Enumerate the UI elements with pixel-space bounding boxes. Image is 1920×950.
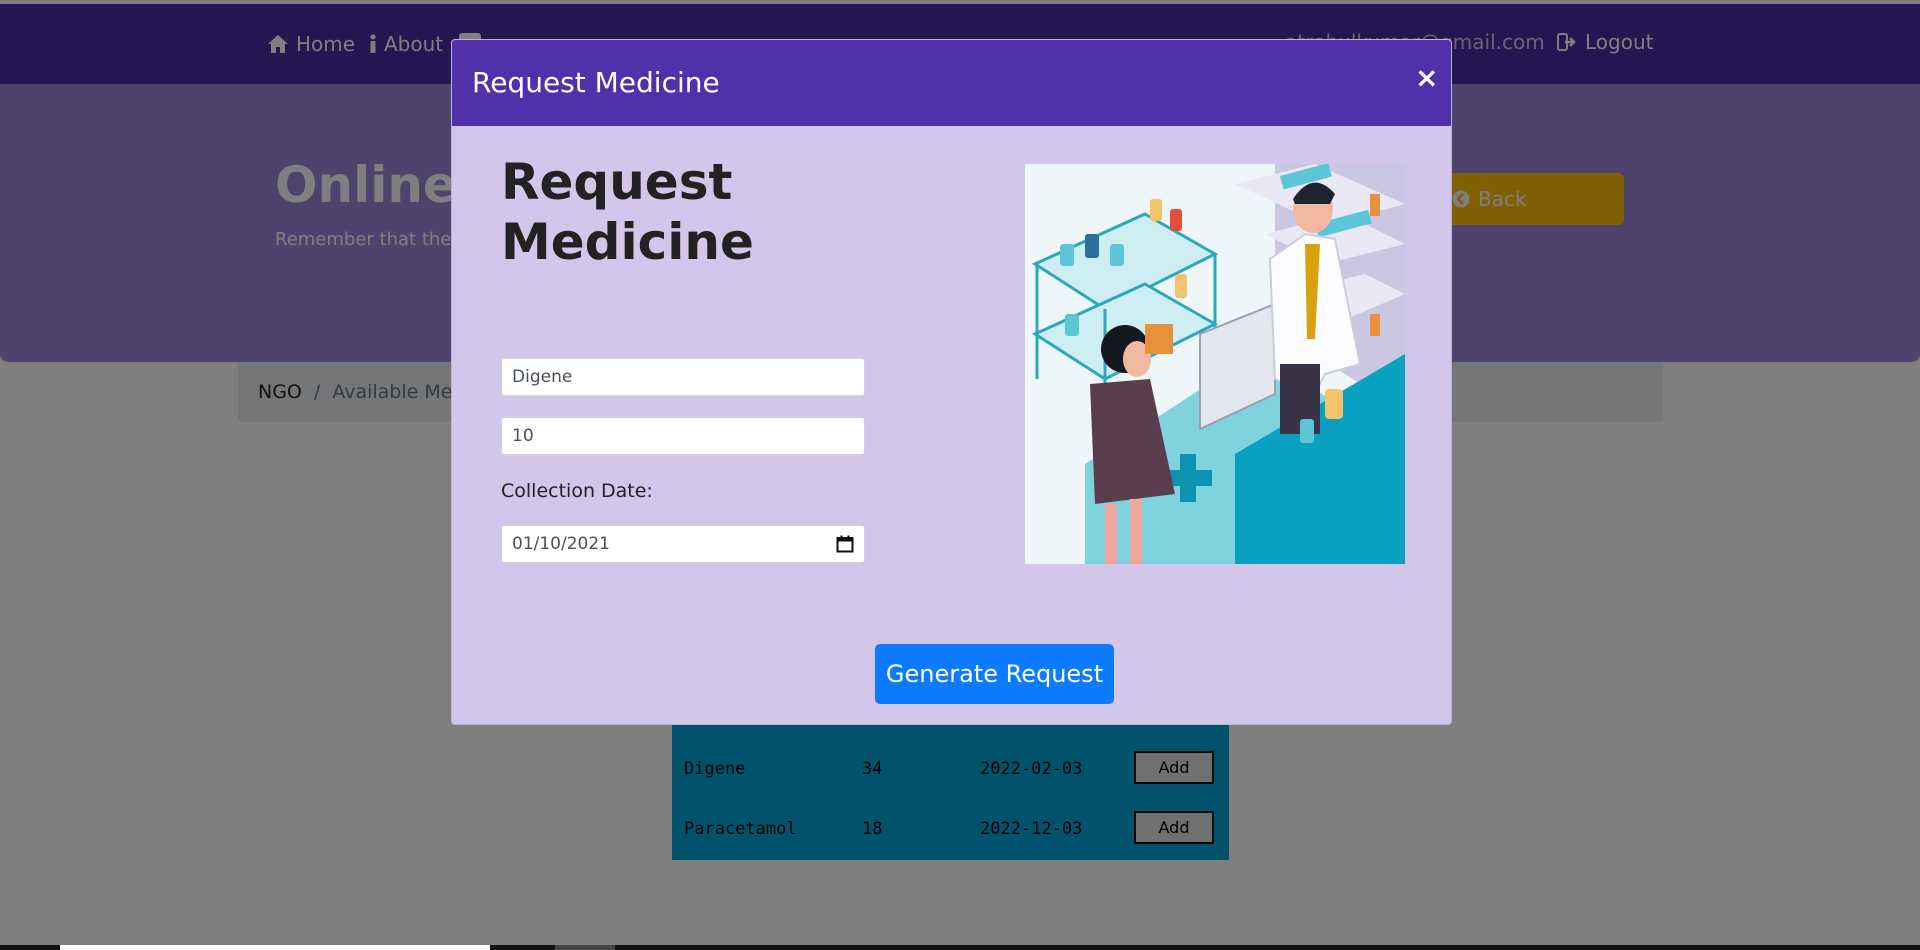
pharmacy-illustration [1025,164,1405,564]
collection-date-input[interactable]: 01/10/2021 [501,525,865,563]
modal-title: Request Medicine [472,66,720,99]
medicine-name-input[interactable] [501,358,865,396]
collection-date-label: Collection Date: [501,480,653,502]
taskbar [0,945,1920,950]
modal-header: Request Medicine × [452,40,1451,126]
form-heading: Request Medicine [501,153,754,271]
request-medicine-modal: Request Medicine × Request Medicine Coll… [451,39,1452,725]
close-button[interactable]: × [1415,64,1438,92]
calendar-icon[interactable] [836,535,854,553]
taskbar-app[interactable] [555,945,615,950]
collection-date-value: 01/10/2021 [512,534,610,554]
taskbar-active-app[interactable] [60,945,490,950]
quantity-input[interactable] [501,417,865,455]
generate-request-button[interactable]: Generate Request [875,644,1114,704]
